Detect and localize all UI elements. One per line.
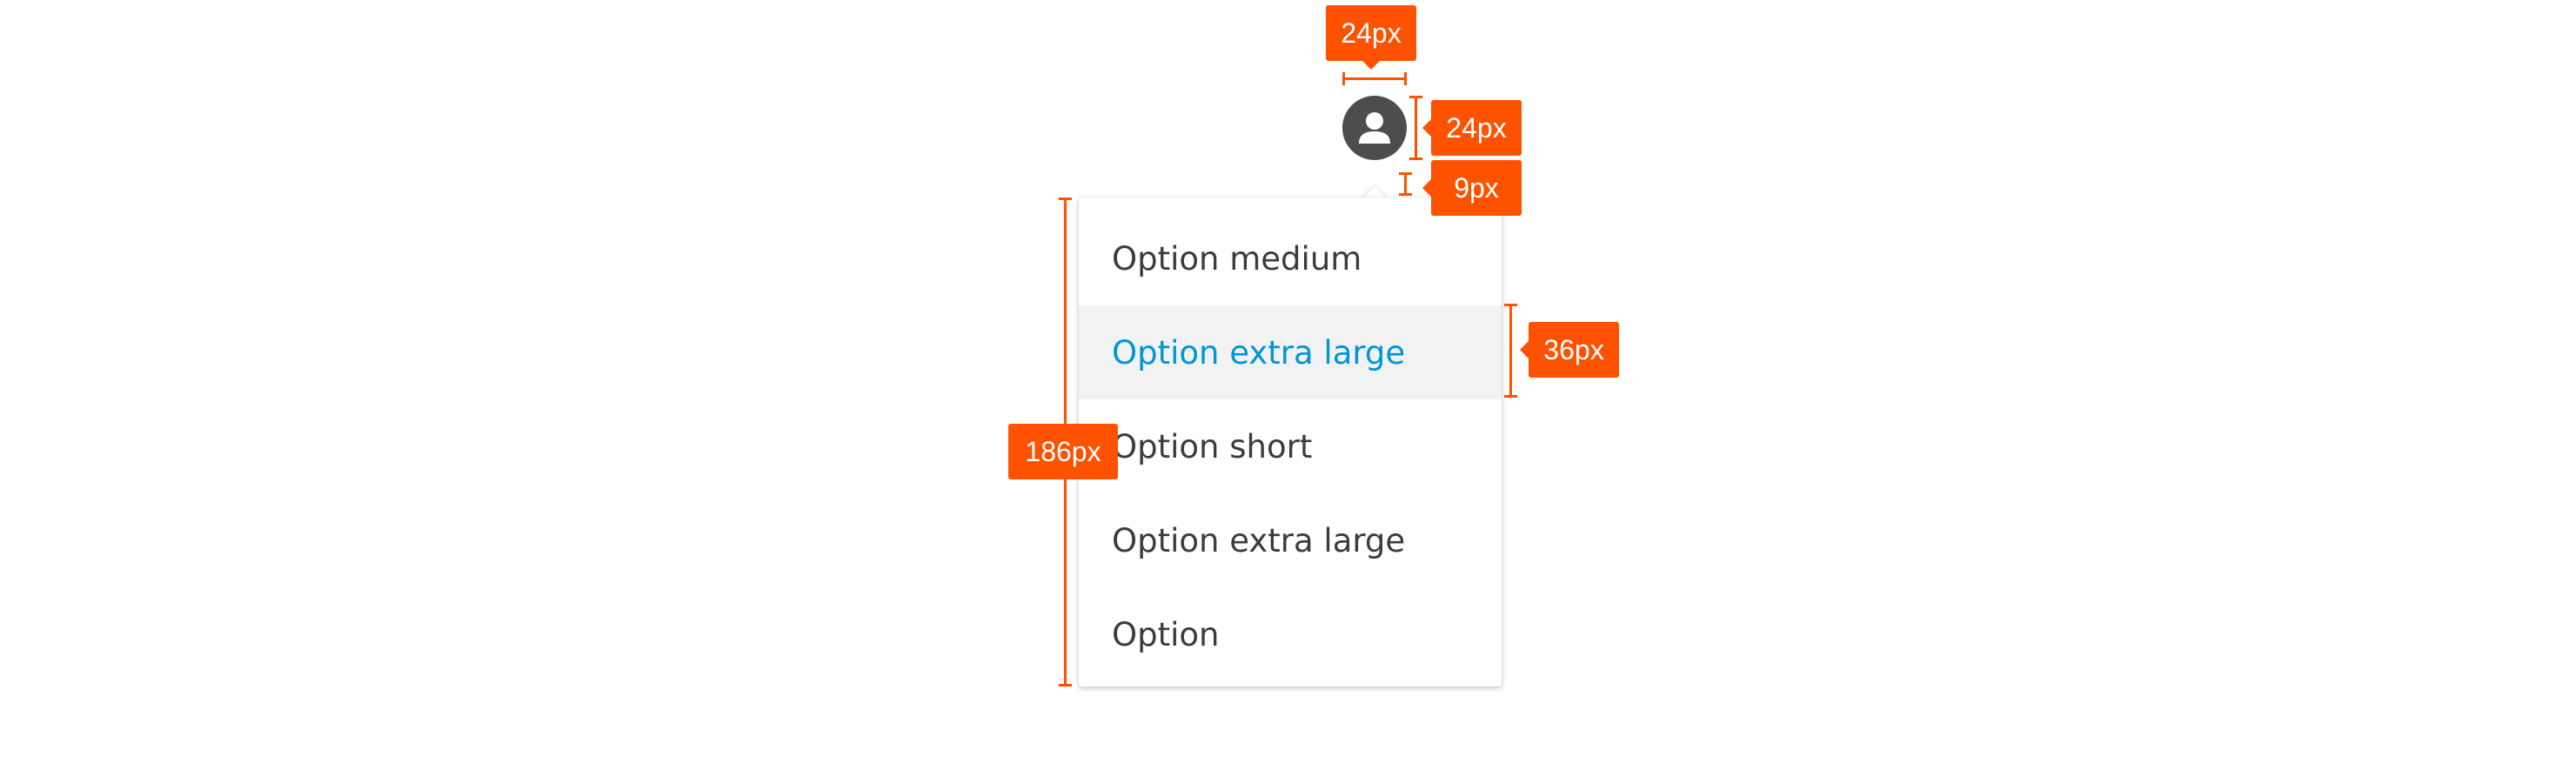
menu-caret — [1362, 181, 1387, 198]
menu-list: Option medium Option extra large Option … — [1079, 198, 1502, 681]
menu-item-option-extra-large-selected[interactable]: Option extra large — [1079, 305, 1502, 399]
dropdown-menu: Option medium Option extra large Option … — [1079, 198, 1502, 687]
spec-avatar-width-line — [1342, 72, 1407, 85]
menu-item-option-medium[interactable]: Option medium — [1079, 211, 1502, 305]
spec-item-height-line — [1504, 304, 1517, 398]
user-avatar-icon — [1359, 112, 1390, 144]
menu-item-option-extra-large[interactable]: Option extra large — [1079, 493, 1502, 587]
spec-item-height-tag: 36px — [1520, 322, 1619, 378]
spec-gap-line — [1399, 172, 1412, 196]
spec-avatar-height-tag: 24px — [1422, 100, 1522, 156]
spec-avatar-width-tag: 24px — [1326, 5, 1416, 70]
menu-item-option[interactable]: Option — [1079, 587, 1502, 681]
spec-avatar-height-line — [1409, 96, 1422, 160]
spec-menu-height-tag: 186px — [1008, 424, 1118, 479]
menu-item-option-short[interactable]: Option short — [1079, 399, 1502, 493]
spec-gap-tag: 9px — [1422, 160, 1522, 216]
avatar-button[interactable] — [1342, 96, 1407, 160]
